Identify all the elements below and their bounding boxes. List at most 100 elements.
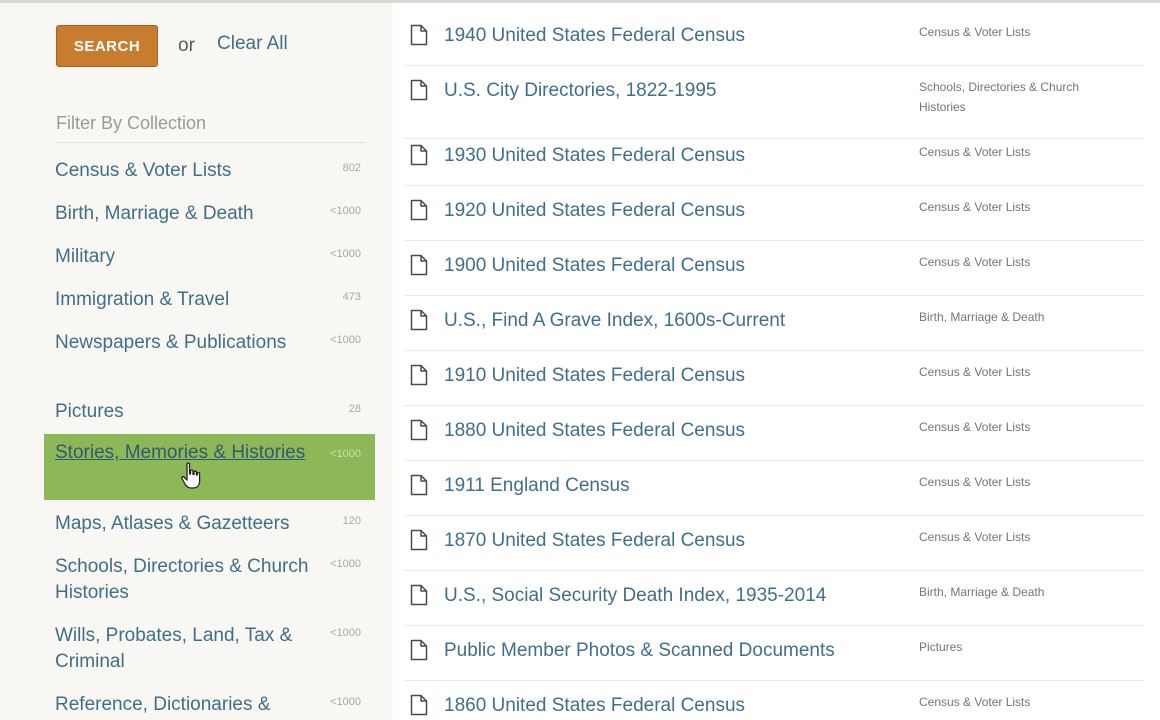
result-category: Census & Voter Lists bbox=[919, 145, 1031, 159]
result-category: Birth, Marriage & Death bbox=[919, 585, 1045, 599]
filter-item-label: Schools, Directories & Church Histories bbox=[55, 556, 309, 603]
document-icon bbox=[410, 694, 428, 716]
search-button[interactable]: SEARCH bbox=[56, 25, 158, 67]
filter-item-label: Census & Voter Lists bbox=[55, 160, 232, 181]
filter-item-census-voter-lists[interactable]: Census & Voter Lists 802 bbox=[44, 158, 375, 188]
filter-item-reference-dictionaries[interactable]: Reference, Dictionaries & <1000 bbox=[44, 692, 375, 720]
filter-item-stories-memories-histories[interactable]: Stories, Memories & Histories <1000 bbox=[44, 434, 375, 500]
result-row: 1880 United States Federal Census Census… bbox=[404, 419, 1154, 461]
filter-item-newspapers-publications[interactable]: Newspapers & Publications <1000 bbox=[44, 330, 375, 386]
filter-item-label: Newspapers & Publications bbox=[55, 332, 287, 353]
result-category: Census & Voter Lists bbox=[919, 255, 1031, 269]
document-icon bbox=[410, 79, 428, 101]
filter-item-count: 28 bbox=[348, 403, 361, 415]
result-category: Schools, Directories & Church Histories bbox=[919, 80, 1080, 114]
result-category: Census & Voter Lists bbox=[919, 475, 1031, 489]
filter-item-pictures[interactable]: Pictures 28 bbox=[44, 399, 375, 429]
result-row: 1900 United States Federal Census Census… bbox=[404, 254, 1154, 296]
result-title-link[interactable]: 1880 United States Federal Census bbox=[444, 419, 745, 443]
result-category: Birth, Marriage & Death bbox=[919, 310, 1045, 324]
filter-item-count: <1000 bbox=[330, 334, 361, 346]
filter-item-immigration-travel[interactable]: Immigration & Travel 473 bbox=[44, 287, 375, 317]
result-title-link[interactable]: 1870 United States Federal Census bbox=[444, 529, 745, 553]
filter-item-label: Reference, Dictionaries & bbox=[55, 694, 271, 715]
filter-item-count: <1000 bbox=[330, 696, 361, 708]
result-row: Public Member Photos & Scanned Documents… bbox=[404, 639, 1154, 681]
filter-item-birth-marriage-death[interactable]: Birth, Marriage & Death <1000 bbox=[44, 201, 375, 231]
result-title-link[interactable]: U.S. City Directories, 1822-1995 bbox=[444, 79, 716, 103]
result-row: 1860 United States Federal Census Census… bbox=[404, 694, 1154, 720]
document-icon bbox=[410, 24, 428, 46]
or-label: or bbox=[178, 35, 195, 56]
filter-item-label: Military bbox=[55, 246, 116, 267]
result-row: U.S., Find A Grave Index, 1600s-Current … bbox=[404, 309, 1154, 351]
row-divider bbox=[404, 405, 1144, 406]
filter-item-label: Immigration & Travel bbox=[55, 289, 230, 310]
result-title-link[interactable]: 1940 United States Federal Census bbox=[444, 24, 745, 48]
row-divider bbox=[404, 350, 1144, 351]
filter-item-count: 120 bbox=[342, 515, 361, 527]
row-divider bbox=[404, 460, 1144, 461]
filter-item-label: Pictures bbox=[55, 401, 124, 422]
result-row: U.S. City Directories, 1822-1995 Schools… bbox=[404, 79, 1154, 139]
result-title-link[interactable]: 1860 United States Federal Census bbox=[444, 694, 745, 718]
filter-item-wills-probates-land-tax[interactable]: Wills, Probates, Land, Tax & Criminal <1… bbox=[44, 623, 375, 679]
result-title-link[interactable]: 1911 England Census bbox=[444, 474, 630, 498]
row-divider bbox=[404, 138, 1144, 139]
document-icon bbox=[410, 474, 428, 496]
filter-heading: Filter By Collection bbox=[56, 113, 366, 143]
result-row: U.S., Social Security Death Index, 1935-… bbox=[404, 584, 1154, 626]
filter-item-label: Maps, Atlases & Gazetteers bbox=[55, 513, 290, 534]
result-row: 1870 United States Federal Census Census… bbox=[404, 529, 1154, 571]
filter-item-count: <1000 bbox=[330, 558, 361, 570]
filter-item-military[interactable]: Military <1000 bbox=[44, 244, 375, 274]
result-row: 1911 England Census Census & Voter Lists bbox=[404, 474, 1154, 516]
result-title-link[interactable]: 1910 United States Federal Census bbox=[444, 364, 745, 388]
result-title-link[interactable]: 1920 United States Federal Census bbox=[444, 199, 745, 223]
filter-item-schools-directories-church[interactable]: Schools, Directories & Church Histories … bbox=[44, 554, 375, 610]
row-divider bbox=[404, 295, 1144, 296]
result-title-link[interactable]: 1900 United States Federal Census bbox=[444, 254, 745, 278]
result-title-link[interactable]: U.S., Social Security Death Index, 1935-… bbox=[444, 584, 826, 608]
row-divider bbox=[404, 65, 1144, 66]
hand-cursor-icon bbox=[181, 462, 201, 489]
document-icon bbox=[410, 584, 428, 606]
filter-item-maps-atlases-gazetteers[interactable]: Maps, Atlases & Gazetteers 120 bbox=[44, 511, 375, 541]
filter-item-count: 802 bbox=[342, 162, 361, 174]
document-icon bbox=[410, 529, 428, 551]
result-row: 1920 United States Federal Census Census… bbox=[404, 199, 1154, 241]
document-icon bbox=[410, 309, 428, 331]
result-category: Census & Voter Lists bbox=[919, 365, 1031, 379]
filter-item-count: <1000 bbox=[330, 448, 361, 460]
result-category: Census & Voter Lists bbox=[919, 25, 1031, 39]
filter-item-count: <1000 bbox=[330, 248, 361, 260]
result-title-link[interactable]: U.S., Find A Grave Index, 1600s-Current bbox=[444, 309, 785, 333]
filter-item-count: 473 bbox=[342, 291, 361, 303]
document-icon bbox=[410, 254, 428, 276]
row-divider bbox=[404, 515, 1144, 516]
result-row: 1910 United States Federal Census Census… bbox=[404, 364, 1154, 406]
filter-item-count: <1000 bbox=[330, 627, 361, 639]
result-row: 1930 United States Federal Census Census… bbox=[404, 144, 1154, 186]
result-category: Pictures bbox=[919, 640, 963, 654]
row-divider bbox=[404, 185, 1144, 186]
result-category: Census & Voter Lists bbox=[919, 200, 1031, 214]
row-divider bbox=[404, 680, 1144, 681]
filter-item-label: Birth, Marriage & Death bbox=[55, 203, 254, 224]
document-icon bbox=[410, 364, 428, 386]
filter-item-label: Wills, Probates, Land, Tax & Criminal bbox=[55, 625, 293, 672]
result-category: Census & Voter Lists bbox=[919, 530, 1031, 544]
result-category: Census & Voter Lists bbox=[919, 420, 1031, 434]
results-list: 1940 United States Federal Census Census… bbox=[392, 3, 1160, 720]
result-title-link[interactable]: 1930 United States Federal Census bbox=[444, 144, 745, 168]
document-icon bbox=[410, 144, 428, 166]
filter-sidebar: SEARCH or Clear All Filter By Collection… bbox=[0, 3, 392, 720]
filter-item-count: <1000 bbox=[330, 205, 361, 217]
result-row: 1940 United States Federal Census Census… bbox=[404, 24, 1154, 66]
document-icon bbox=[410, 419, 428, 441]
clear-all-link[interactable]: Clear All bbox=[217, 33, 288, 55]
row-divider bbox=[404, 240, 1144, 241]
result-title-link[interactable]: Public Member Photos & Scanned Documents bbox=[444, 639, 835, 663]
result-category: Census & Voter Lists bbox=[919, 695, 1031, 709]
document-icon bbox=[410, 639, 428, 661]
